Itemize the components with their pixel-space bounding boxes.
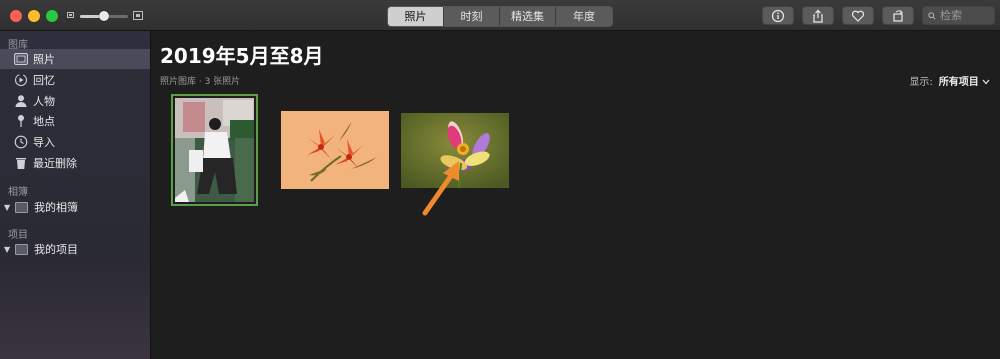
zoom-slider-knob[interactable]	[99, 11, 109, 21]
trash-icon	[14, 156, 28, 170]
folder-icon	[15, 201, 28, 213]
zoom-out-icon[interactable]	[67, 12, 74, 18]
sidebar-item-label: 地点	[33, 115, 55, 128]
close-window-button[interactable]	[10, 10, 22, 22]
sidebar-item-my-projects[interactable]: ▼ 我的项目	[0, 239, 150, 259]
sidebar-item-memories[interactable]: 回忆	[0, 70, 150, 90]
share-button[interactable]	[802, 6, 834, 25]
showing-filter[interactable]: 显示: 所有项目	[909, 73, 990, 88]
memories-icon	[14, 73, 28, 87]
portrait-photo	[175, 98, 254, 202]
showing-label: 显示:	[909, 77, 933, 88]
sidebar-item-people[interactable]: 人物	[0, 91, 150, 111]
tab-moments[interactable]: 时刻	[444, 7, 500, 26]
import-icon	[14, 135, 28, 149]
sidebar-item-label: 我的相簿	[34, 201, 78, 214]
info-icon	[771, 9, 785, 22]
sidebar-item-recently-deleted[interactable]: 最近删除	[0, 153, 150, 173]
showing-value[interactable]: 所有项目	[939, 77, 979, 88]
folder-icon	[15, 243, 28, 255]
sidebar-item-my-albums[interactable]: ▼ 我的相簿	[0, 197, 150, 217]
sidebar-item-import[interactable]: 导入	[0, 132, 150, 152]
tab-collections[interactable]: 精选集	[500, 7, 556, 26]
view-tabs: 照片 时刻 精选集 年度	[387, 6, 613, 27]
photo-thumbnail[interactable]	[281, 111, 389, 189]
toolbar: 照片 时刻 精选集 年度	[0, 0, 1000, 31]
share-icon	[813, 9, 823, 23]
photos-icon	[14, 52, 28, 66]
search-input[interactable]	[936, 9, 994, 22]
zoom-in-icon[interactable]	[133, 11, 143, 20]
tab-photos[interactable]: 照片	[388, 7, 444, 26]
search-icon	[928, 11, 936, 20]
favorite-button[interactable]	[842, 6, 874, 25]
photo-grid-area: 2019年5月至8月 照片图库 · 3 张照片 显示: 所有项目	[151, 31, 1000, 359]
disclosure-triangle-icon[interactable]: ▼	[4, 245, 12, 254]
page-title: 2019年5月至8月	[160, 44, 324, 68]
tab-years[interactable]: 年度	[556, 7, 612, 26]
sidebar-item-label: 我的项目	[34, 243, 78, 256]
heart-icon	[851, 10, 865, 22]
rotate-button[interactable]	[882, 6, 914, 25]
albums-section-title: 相簿	[8, 187, 28, 198]
sidebar-item-label: 导入	[33, 136, 55, 149]
places-icon	[14, 114, 28, 128]
sidebar-item-label: 照片	[33, 53, 55, 66]
zoom-window-button[interactable]	[46, 10, 58, 22]
annotation-arrow-icon	[422, 161, 459, 216]
sidebar-item-places[interactable]: 地点	[0, 111, 150, 131]
sidebar-item-label: 最近删除	[33, 157, 77, 170]
chevron-down-icon	[982, 79, 990, 85]
people-icon	[14, 94, 28, 108]
photo-thumbnail[interactable]	[171, 94, 258, 206]
sidebar-item-label: 人物	[33, 95, 55, 108]
disclosure-triangle-icon[interactable]: ▼	[4, 203, 12, 212]
rotate-icon	[893, 9, 903, 22]
library-summary: 照片图库 · 3 张照片	[160, 77, 241, 87]
sidebar-item-label: 回忆	[33, 74, 55, 87]
sidebar: 图库 照片 回忆 人物 地点 导入 最近删除 相簿 ▼ 我的相簿 项目 ▼ 我的…	[0, 31, 151, 359]
minimize-window-button[interactable]	[28, 10, 40, 22]
sidebar-item-photos[interactable]: 照片	[0, 49, 150, 69]
photos-window: 照片 时刻 精选集 年度 检索 图库 照片 回忆 人物 地点 导入 最近删除 相…	[0, 0, 1000, 359]
lily-flowers-photo	[281, 111, 389, 189]
search-field[interactable]	[922, 6, 995, 25]
info-button[interactable]	[762, 6, 794, 25]
